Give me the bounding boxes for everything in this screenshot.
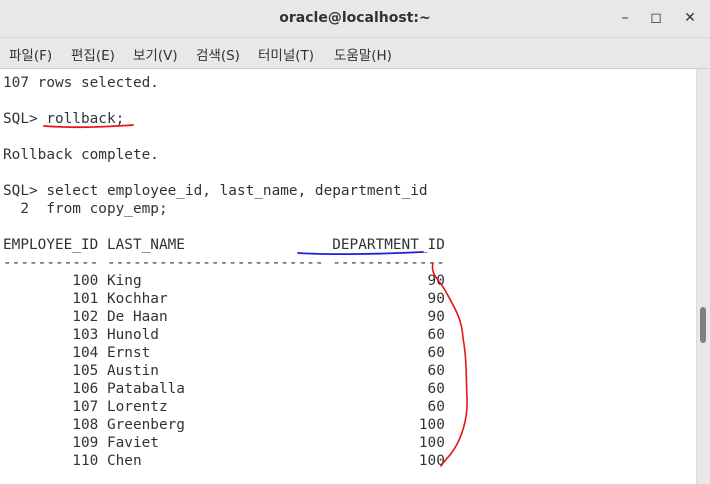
rollback-underline (43, 124, 134, 128)
department-id-underline (297, 251, 424, 255)
terminal-window: oracle@localhost:~ – ◻ ✕ 파일(F) 편집(E) 보기(… (0, 0, 710, 484)
annotation-layer (43, 124, 468, 467)
department-values-bracket (431, 262, 468, 467)
